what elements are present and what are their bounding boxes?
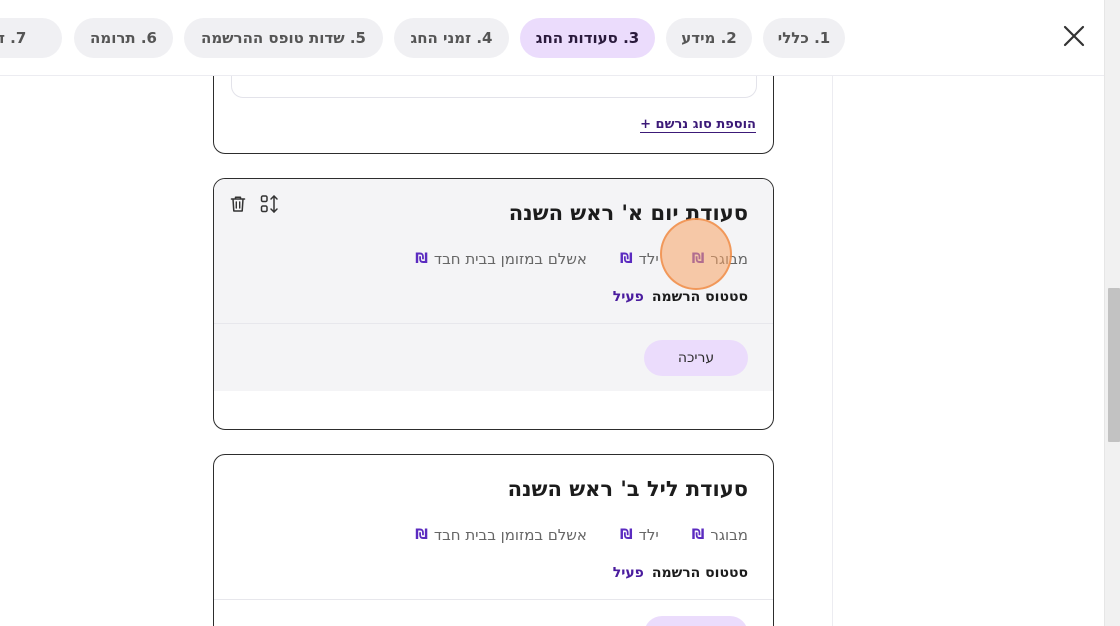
reorder-button[interactable]	[259, 193, 281, 215]
price-list: מבוגר ₪ ילד ₪ אשלם במזומן בבית חבד ₪	[415, 526, 748, 544]
delete-button[interactable]	[227, 193, 249, 215]
tab-label: 5. שדות טופס ההרשמה	[201, 29, 366, 47]
tab-registration-form-fields[interactable]: 5. שדות טופס ההרשמה	[184, 18, 383, 58]
tab-holiday-meals[interactable]: 3. סעודות החג	[520, 18, 655, 58]
registration-status: סטטוס הרשמה פעיל	[613, 289, 748, 305]
reorder-icon	[260, 195, 278, 213]
price-item-cash: אשלם במזומן בבית חבד ₪	[415, 250, 587, 268]
meal-title: סעודת ליל ב' ראש השנה	[507, 477, 748, 501]
price-label: ילד	[638, 526, 659, 544]
add-attendee-type-link[interactable]: הוספת סוג נרשם +	[640, 117, 756, 133]
divider	[214, 323, 773, 324]
tab-label: 1. כללי	[777, 29, 831, 47]
scrollbar-thumb[interactable]	[1108, 288, 1120, 442]
panel-divider	[832, 76, 833, 626]
price-label: אשלם במזומן בבית חבד	[433, 250, 587, 268]
edit-button[interactable]	[644, 616, 748, 626]
tab-email[interactable]: 7. דוא	[0, 18, 62, 58]
price-label: ילד	[638, 250, 659, 268]
registration-status: סטטוס הרשמה פעיל	[613, 565, 748, 581]
tab-label: 7. דוא	[0, 29, 27, 47]
tab-label: 6. תרומה	[90, 29, 157, 47]
shekel-icon: ₪	[415, 251, 428, 267]
close-icon	[1063, 25, 1085, 47]
tab-general[interactable]: 1. כללי	[763, 18, 845, 58]
price-item-adult: מבוגר ₪	[692, 250, 748, 268]
tab-label: 2. מידע	[681, 29, 737, 47]
tab-info[interactable]: 2. מידע	[666, 18, 752, 58]
price-item-cash: אשלם במזומן בבית חבד ₪	[415, 526, 587, 544]
status-label: סטטוס הרשמה	[651, 565, 748, 581]
step-tabs-bar: 1. כללי 2. מידע 3. סעודות החג 4. זמני הח…	[0, 0, 1104, 76]
shekel-icon: ₪	[691, 251, 705, 267]
tab-label: 3. סעודות החג	[535, 29, 640, 47]
status-badge: פעיל	[612, 565, 644, 581]
shekel-icon: ₪	[415, 527, 428, 543]
status-label: סטטוס הרשמה	[651, 289, 748, 305]
divider	[214, 599, 773, 600]
shekel-icon: ₪	[691, 527, 705, 543]
price-label: מבוגר	[710, 250, 748, 268]
tab-holiday-times[interactable]: 4. זמני החג	[394, 18, 509, 58]
trash-icon	[230, 196, 246, 212]
meal-title: סעודת יום א' ראש השנה	[508, 201, 748, 225]
price-list: מבוגר ₪ ילד ₪ אשלם במזומן בבית חבד ₪	[415, 250, 748, 268]
price-item-child: ילד ₪	[620, 526, 659, 544]
price-label: מבוגר	[710, 526, 748, 544]
shekel-icon: ₪	[619, 527, 633, 543]
close-button[interactable]	[1058, 20, 1090, 52]
price-item-adult: מבוגר ₪	[692, 526, 748, 544]
meal-card: סעודת יום א' ראש השנה מבוגר ₪ ילד ₪ אשלם…	[213, 178, 774, 430]
price-label: אשלם במזומן בבית חבד	[433, 526, 587, 544]
tab-label: 4. זמני החג	[410, 29, 493, 47]
scrollbar[interactable]	[1104, 0, 1120, 626]
meal-card: סעודת ליל ב' ראש השנה מבוגר ₪ ילד ₪ אשלם…	[213, 454, 774, 626]
shekel-icon: ₪	[619, 251, 633, 267]
edit-button[interactable]: עריכה	[644, 340, 748, 376]
tab-donation[interactable]: 6. תרומה	[74, 18, 173, 58]
price-item-child: ילד ₪	[620, 250, 659, 268]
status-badge: פעיל	[612, 289, 644, 305]
